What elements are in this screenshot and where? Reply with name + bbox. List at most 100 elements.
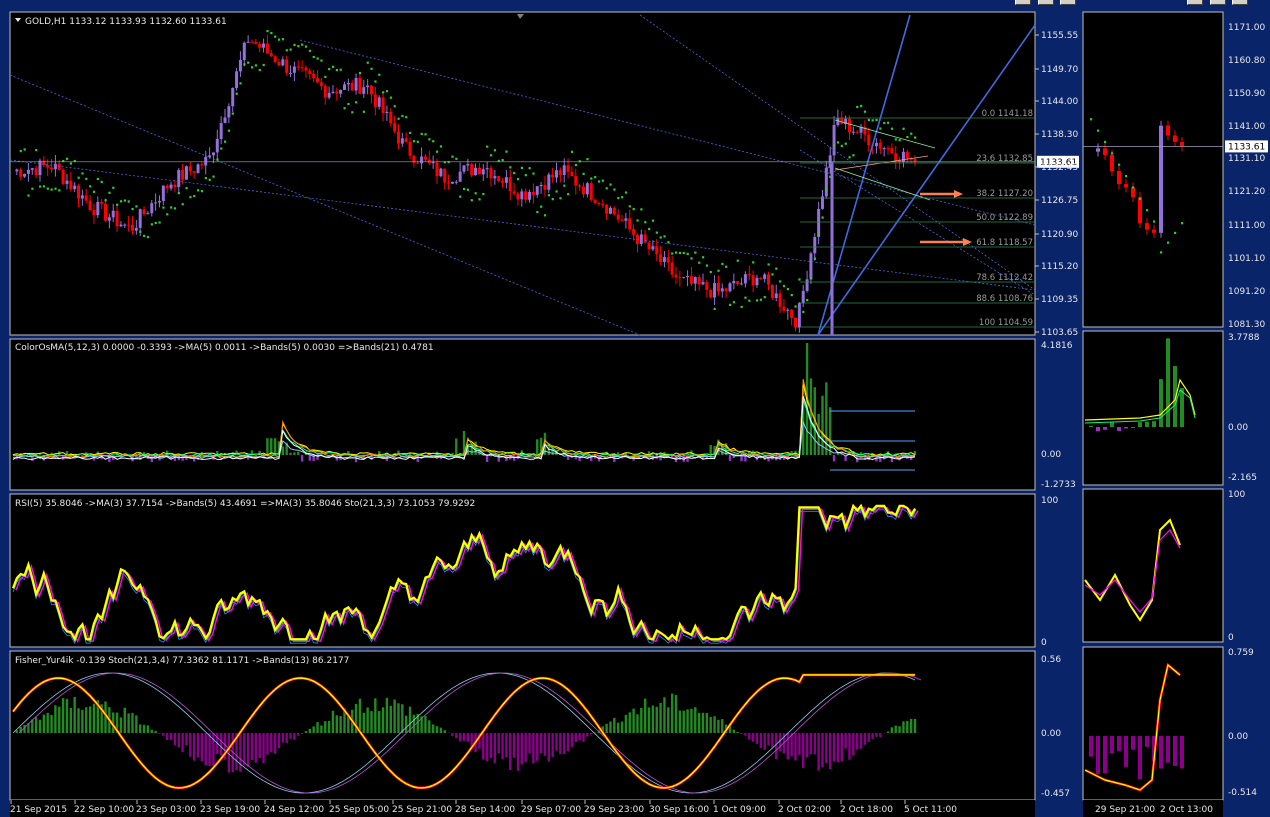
price-bar-body [497,176,501,182]
price-bar-body [100,201,104,204]
psar-dot [347,102,350,106]
price-bar-body [628,218,632,229]
fisher-histogram-bar [713,716,716,733]
side-maximize-button[interactable] [1210,0,1226,5]
side-price-body [1117,171,1121,185]
side-rsi-pane [1082,488,1224,643]
price-bar-body [420,156,424,164]
fisher-histogram-bar [212,733,215,766]
price-bar-body [770,284,774,298]
price-bar-body [574,176,578,186]
time-tick-label: 2 Oct 02:00 [778,805,831,815]
price-bar-body [285,59,289,73]
fisher-histogram-bar [563,733,566,755]
main-chart-canvas[interactable]: 0.0 1141.18 23.6 1132.85 38.2 1127.20 50.0 … [0,0,1080,817]
side-price-tick-label: 1081.30 [1228,320,1265,330]
psar-dot [698,261,701,264]
maximize-button[interactable] [1038,0,1054,5]
price-tick-label: 1120.90 [1041,230,1078,240]
side-psar-dot [1181,222,1184,225]
side-psar-dot [1125,174,1128,178]
side-chart-canvas[interactable]: 1133.61 1171.00 1160.80 1150.90 1141.00 1131.… [1080,0,1270,817]
side-price-body [1180,141,1184,147]
price-bar-body [709,289,713,298]
psar-dot [744,296,747,299]
price-bar-body [26,169,30,174]
side-minimize-button[interactable] [1187,0,1203,5]
price-bar-body [177,170,181,188]
psar-dot [678,251,682,255]
close-button[interactable] [1060,0,1076,5]
fisher-histogram-bar [643,698,647,733]
minimize-button[interactable] [1015,0,1031,5]
price-bar-body [265,43,269,54]
psar-dot [651,219,655,222]
fisher-histogram-bar [852,733,855,756]
price-bar-body [693,277,697,284]
fisher-histogram-bar [185,733,188,746]
psar-dot [463,187,466,191]
fisher-histogram-bar [281,733,285,743]
psar-dot [528,167,531,170]
psar-dot [389,96,392,99]
psar-dot [123,199,126,202]
psar-dot [906,135,909,139]
fisher-histogram-bar [709,716,712,733]
price-bar-body [46,165,50,168]
fisher-histogram-bar [219,733,223,756]
fisher-histogram-bar [632,708,635,733]
price-bar-body [847,118,851,133]
price-bar-body [882,148,886,150]
fisher-histogram-bar [566,733,570,752]
price-bar-body [416,162,420,164]
psar-dot [732,301,736,304]
psar-dot [852,154,855,157]
fisher-histogram-bar [539,733,543,754]
price-bar-body [231,87,235,107]
price-bar-body [778,293,782,307]
psar-dot [779,280,782,283]
fisher-histogram-bar [142,724,146,733]
osma-histogram-bar [293,452,296,455]
price-bar-body [84,195,88,201]
fisher-histogram-bar [54,705,57,733]
price-bar-body [235,71,239,88]
price-bar-body [878,142,882,149]
price-bar-body [319,82,323,87]
osma-histogram-bar [536,439,539,455]
psar-dot [150,223,153,226]
psar-dot [509,166,512,169]
price-bar-body [504,177,508,183]
side-price-tick-label: 1121.20 [1228,187,1265,197]
psar-dot [910,132,913,135]
psar-dot [231,112,234,115]
side-psar-dot [1139,197,1142,200]
psar-dot [833,144,836,147]
side-price-body [1124,184,1128,188]
price-header: GOLD,H1 1133.12 1133.93 1132.60 1133.61 [25,17,227,27]
price-bar-body [786,309,790,311]
side-rsi-tick-label: 0 [1228,633,1234,643]
price-bar-body [894,153,898,161]
osma-histogram-bar [297,451,300,455]
fisher-histogram-bar [393,699,396,733]
side-price-body [1152,229,1156,233]
side-close-button[interactable] [1232,0,1248,5]
fisher-histogram-bar [578,733,581,741]
price-bar-body [890,148,894,154]
price-bar-body [181,170,185,180]
psar-dot [38,185,42,188]
side-osma-bar [1166,338,1170,427]
fisher-histogram-bar [428,720,431,733]
time-tick-label: 25 Sep 21:00 [392,805,452,815]
fisher-histogram-bar [285,733,288,743]
price-bar-body [662,257,666,262]
psar-dot [424,133,427,136]
osma-tick-label: 4.1816 [1041,341,1073,351]
price-bar-body [312,73,316,79]
psar-dot [632,208,635,211]
price-bar-body [531,191,535,195]
osma-histogram-bar [300,455,304,462]
price-bar-body [69,180,73,190]
price-bar-body [570,171,574,177]
